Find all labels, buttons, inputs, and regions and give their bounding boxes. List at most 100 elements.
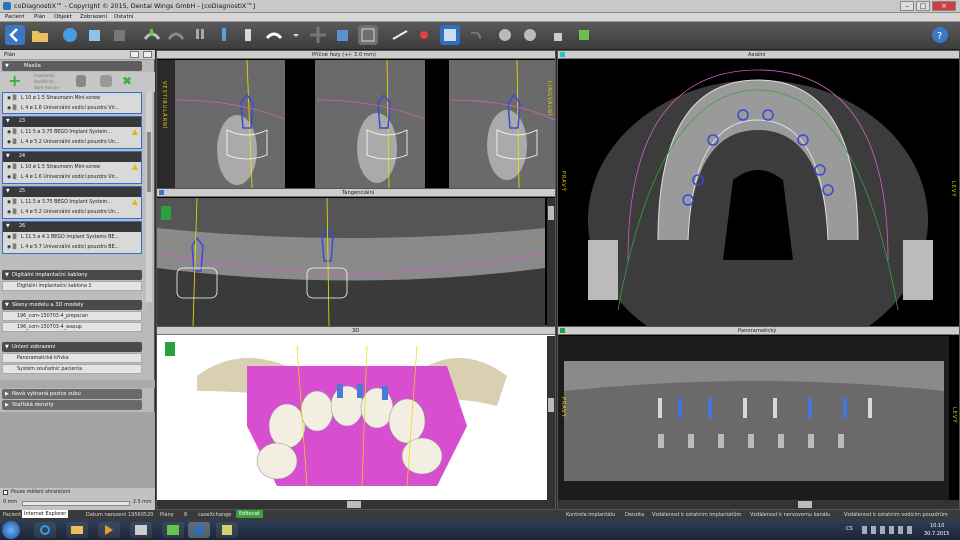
tooth-edit-icon[interactable] (520, 25, 540, 45)
implant-number[interactable]: ▼ 26 (3, 222, 141, 232)
cross-tool-icon[interactable]: ✖ (122, 75, 134, 87)
model-item[interactable]: 196_com-150703-4_prepscan (2, 311, 142, 321)
sleeve-row[interactable]: ◉ ▒ L 4 ø 5.2 Univerzální vodicí pouzdro … (3, 138, 141, 148)
back-button[interactable] (5, 25, 25, 45)
sleeve-row[interactable]: ◉ ▒ L 4 ø 5.2 Univerzální vodicí pouzdro … (3, 208, 141, 218)
explorer-icon[interactable] (66, 522, 88, 538)
main-toolbar: ? (0, 22, 960, 50)
panel-close-button[interactable] (143, 51, 152, 58)
measure-icon[interactable] (390, 25, 410, 45)
export-icon[interactable] (110, 25, 130, 45)
jaw-implant-icon[interactable] (142, 25, 162, 45)
start-button[interactable] (2, 521, 20, 539)
view-3d-icon[interactable] (440, 25, 460, 45)
implant-row[interactable]: ◉ ▒ L 10 ø 1.5 Straumann Mini-screw (3, 163, 141, 173)
view-color-marker (159, 190, 164, 195)
add-implant-icon[interactable]: + (8, 73, 22, 89)
guide-template-icon[interactable] (264, 25, 284, 45)
tangential-viewport[interactable]: Tangenciální (156, 188, 556, 326)
implant-row[interactable]: ◉ ▒ L 11.5 ø 3.75 BEGO Implant System... (3, 128, 141, 138)
menu-zobrazeni[interactable]: Zobrazení (80, 14, 107, 20)
implant-group[interactable]: ◉ ▒ L 10 ø 1.5 Straumann Mini-screw ◉ ▒ L … (2, 92, 142, 114)
maxila-section[interactable]: ▼ Maxila (2, 61, 142, 71)
implant-list-scrollbar[interactable] (146, 92, 152, 302)
display-item[interactable]: Panoramatická křivka (2, 353, 142, 363)
tooth-tool-icon[interactable] (100, 75, 112, 87)
layers-icon[interactable] (85, 25, 105, 45)
implant-group[interactable]: ▼ 25 ◉ ▒ L 11.5 ø 3.75 BEGO Implant System… (2, 186, 142, 219)
sleeve-distance-button[interactable]: Vzdálenost k ostatním vodicím pouzdrům (844, 512, 948, 518)
minimize-button[interactable]: – (900, 1, 914, 11)
codiagnostix-task-icon[interactable] (188, 522, 210, 538)
range-slider[interactable] (22, 501, 130, 506)
sleeve-icon[interactable] (238, 25, 258, 45)
template-item[interactable]: Digitální implantační šablona 2 (2, 281, 142, 291)
cross-section-viewport[interactable]: Příčné řezy (+/- 3.0 mm) VESTIBULÁRNÍ LI… (156, 50, 556, 188)
implant-row[interactable]: ◉ ▒ L 11.5 ø 3.75 BEGO Implant System... (3, 198, 141, 208)
dropdown-icon[interactable] (286, 25, 299, 45)
help-icon[interactable]: ? (930, 25, 950, 45)
stamp-icon[interactable] (548, 25, 568, 45)
language-indicator[interactable]: CS (846, 526, 853, 532)
implant-blue-icon[interactable] (214, 25, 234, 45)
sleeve-row[interactable]: ◉ ▒ L 4 ø 1.6 Univerzální vodicí pouzdro … (3, 104, 141, 114)
tangential-scrollbar[interactable] (547, 198, 555, 326)
density-button[interactable]: Denzita (625, 512, 644, 518)
green-box-icon[interactable] (574, 25, 594, 45)
browser-icon[interactable] (34, 522, 56, 538)
three-d-hscrollbar[interactable] (157, 500, 555, 509)
media-icon[interactable] (98, 522, 120, 538)
menu-ostatni[interactable]: Ostatní (114, 14, 134, 20)
axial-viewport[interactable]: Axiální PRAVÝ LEVÝ (557, 50, 960, 326)
three-d-vscrollbar[interactable] (547, 336, 555, 500)
implant-number[interactable]: ▼ 25 (3, 187, 141, 197)
implant-tool-icon[interactable] (76, 75, 86, 87)
app-task-icon[interactable] (130, 522, 152, 538)
globe-icon[interactable] (60, 25, 80, 45)
open-folder-icon[interactable] (30, 25, 50, 45)
menu-plan[interactable]: Plán (34, 14, 45, 20)
display-section[interactable]: ▼ Určení zobrazení (2, 342, 142, 352)
menu-pacient[interactable]: Pacient (5, 14, 25, 20)
model-item[interactable]: 196_com-150703-4_waxup (2, 322, 142, 332)
implant-row[interactable]: ◉ ▒ L 11.5 ø 4.1 BEGO Implant Systems BE.… (3, 233, 141, 243)
app-task-icon-2[interactable] (162, 522, 184, 538)
implant-number[interactable]: ▼ 24 (3, 152, 141, 162)
models-section[interactable]: ▼ Skeny modelu a 3D modely (2, 300, 142, 310)
tooth-position-section[interactable]: ▶ Nová vybraná pozice zubu (2, 389, 142, 399)
measure-checkbox[interactable] (3, 490, 8, 495)
sleeve-row[interactable]: ◉ ▒ L 4 ø 1.6 Univerzální vodicí pouzdro … (3, 173, 141, 183)
maximize-button[interactable]: □ (916, 1, 930, 11)
three-d-viewport[interactable]: 3D (156, 326, 556, 510)
cursor-select-icon[interactable] (358, 25, 378, 45)
tooth-setup-icon[interactable] (495, 25, 515, 45)
cube-view-icon[interactable] (333, 25, 353, 45)
left-side-label: LEVÝ (951, 407, 957, 424)
sleeve-row[interactable]: ◉ ▒ L 4 ø 5.7 Univerzální vodicí pouzdro … (3, 243, 141, 253)
panoramic-viewport[interactable]: Panoramatický PRAVÝ LEVÝ (557, 326, 960, 510)
tray-icons[interactable] (862, 526, 912, 534)
panoramic-hscrollbar[interactable] (558, 500, 959, 509)
density-section[interactable]: ▶ Staříská denzity (2, 400, 142, 410)
implant-group[interactable]: ▼ 23 ◉ ▒ L 11.5 ø 3.75 BEGO Implant System… (2, 116, 142, 149)
undo-icon[interactable] (465, 25, 485, 45)
implant-group[interactable]: ▼ 26 ◉ ▒ L 11.5 ø 4.1 BEGO Implant Systems… (2, 221, 142, 254)
nerve-icon[interactable] (414, 25, 434, 45)
implant-parallel-icon[interactable] (190, 25, 210, 45)
panel-menu-button[interactable] (130, 51, 139, 58)
implant-row[interactable]: ◉ ▒ L 10 ø 1.5 Straumann Mini-screw (3, 94, 141, 104)
implant-group[interactable]: ▼ 24 ◉ ▒ L 10 ø 1.5 Straumann Mini-screw ◉… (2, 151, 142, 184)
menu-objekt[interactable]: Objekt (54, 14, 72, 20)
move-icon[interactable] (308, 25, 328, 45)
display-item[interactable]: Systém souřadnic pacienta (2, 364, 142, 374)
warning-icon (132, 199, 138, 205)
implant-number[interactable]: ▼ 23 (3, 117, 141, 127)
close-button[interactable]: × (932, 1, 956, 11)
templates-section[interactable]: ▼ Digitální implantační šablony (2, 270, 142, 280)
nerve-distance-button[interactable]: Vzdálenost k nervovemu kanálu (750, 512, 830, 518)
exchange-button[interactable]: Editovat (236, 510, 263, 518)
notes-task-icon[interactable] (216, 522, 238, 538)
implant-remove-icon[interactable] (166, 25, 186, 45)
svg-text:?: ? (937, 31, 942, 42)
implant-distance-button[interactable]: Vzdálenost k ostatním implantátům (652, 512, 741, 518)
